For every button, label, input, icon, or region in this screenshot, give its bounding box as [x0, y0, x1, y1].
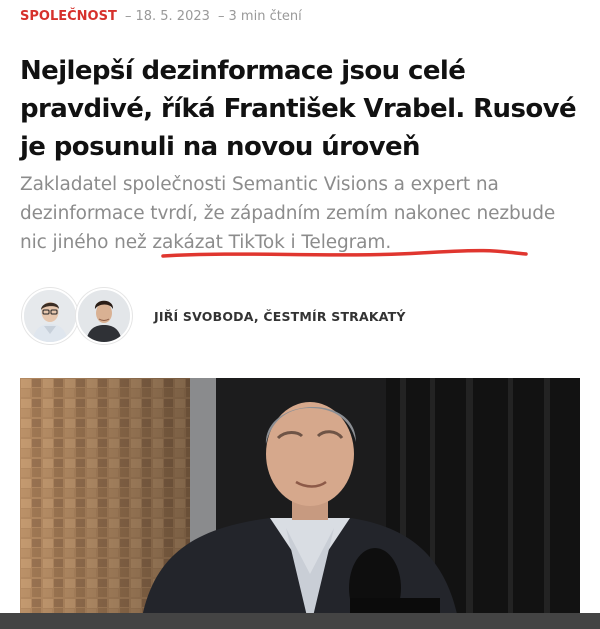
article-perex: Zakladatel společnosti Semantic Visions … [20, 174, 556, 253]
bottom-bar [0, 613, 600, 629]
interview-photo [20, 378, 580, 629]
article-headline: Nejlepší dezinformace jsou celé pravdivé… [20, 56, 577, 162]
red-underline-annotation [161, 248, 528, 258]
reading-time: 3 min čtení [228, 9, 302, 24]
author-avatar-2[interactable] [76, 288, 132, 344]
category-link[interactable]: SPOLEČNOST [20, 9, 117, 24]
article-meta: SPOLEČNOST –18. 5. 2023 –3 min čtení [20, 9, 302, 24]
author-avatar[interactable] [22, 288, 78, 344]
lead-photo[interactable] [20, 378, 580, 629]
meta-separator: – [124, 9, 132, 24]
meta-separator-2: – [218, 9, 225, 24]
author-names[interactable]: JIŘÍ SVOBODA, ČESTMÍR STRAKATÝ [154, 309, 406, 324]
publish-date: 18. 5. 2023 [135, 9, 210, 24]
author-block: JIŘÍ SVOBODA, ČESTMÍR STRAKATÝ [22, 288, 406, 344]
